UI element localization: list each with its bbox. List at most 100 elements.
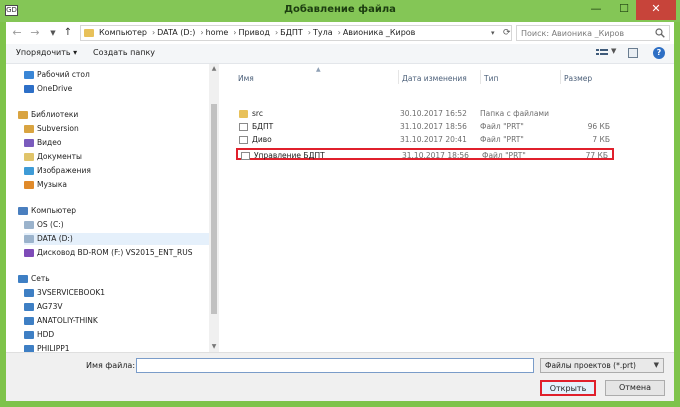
titlebar[interactable]: GD Добавление файла — ☐ ✕ <box>0 0 680 22</box>
nav-item[interactable]: Сеть <box>18 273 209 285</box>
library-icon <box>24 125 34 133</box>
refresh-icon[interactable]: ⟳ <box>503 26 513 40</box>
organize-button[interactable]: Упорядочить ▾ <box>16 48 77 57</box>
column-divider[interactable] <box>480 70 481 84</box>
breadcrumb-separator-icon[interactable]: › <box>233 28 236 37</box>
preview-pane-icon[interactable] <box>628 48 638 58</box>
back-button[interactable]: ← <box>10 25 24 41</box>
column-header-size[interactable]: Размер <box>564 74 592 83</box>
breadcrumb: Компьютер › DATA (D:) › home › Привод › БДПТ › Тул… <box>99 28 417 37</box>
column-header-date[interactable]: Дата изменения <box>402 74 467 83</box>
file-row[interactable]: Диво 31.10.2017 20:41 Файл "PRT" 7 КБ <box>236 134 614 146</box>
view-options-icon[interactable] <box>596 48 608 58</box>
nav-item[interactable]: Изображения <box>24 165 209 177</box>
minimize-button[interactable]: — <box>582 0 610 20</box>
nav-item[interactable]: HDD <box>24 329 209 341</box>
pictures-icon <box>24 167 34 175</box>
file-icon <box>239 123 248 131</box>
new-folder-button[interactable]: Создать папку <box>93 48 155 57</box>
nav-item-label: DATA (D:) <box>37 234 73 243</box>
nav-item[interactable]: 3VSERVICEBOOK1 <box>24 287 209 299</box>
breadcrumb-separator-icon[interactable]: › <box>275 28 278 37</box>
recent-locations-button[interactable]: ▼ <box>46 25 60 41</box>
file-name: Диво <box>252 135 272 144</box>
file-size: 96 КБ <box>587 122 610 131</box>
breadcrumb-item[interactable]: Компьютер <box>99 28 147 37</box>
forward-button[interactable]: → <box>28 25 42 41</box>
nav-item[interactable]: Дисковод BD-ROM (F:) VS2015_ENT_RUS <box>24 247 209 259</box>
file-date: 31.10.2017 20:41 <box>400 135 467 144</box>
cancel-button[interactable]: Отмена <box>605 380 665 396</box>
breadcrumb-item[interactable]: DATA (D:) <box>157 28 195 37</box>
desktop-icon <box>24 71 34 79</box>
nav-item-label: Документы <box>37 152 82 161</box>
column-divider[interactable] <box>560 70 561 84</box>
breadcrumb-item[interactable]: Тула <box>313 28 333 37</box>
help-icon[interactable]: ? <box>653 47 665 59</box>
breadcrumb-separator-icon[interactable]: › <box>308 28 311 37</box>
address-bar-row: ← → ▼ ↑ Компьютер › DATA (D:) › home › Привод ›… <box>6 22 674 44</box>
address-dropdown-button[interactable]: ▾ <box>491 26 501 40</box>
visual-studio-icon <box>24 249 34 257</box>
nav-item-label: Видео <box>37 138 62 147</box>
maximize-button[interactable]: ☐ <box>610 0 638 20</box>
column-divider[interactable] <box>398 70 399 84</box>
scrollbar-thumb[interactable] <box>211 104 217 314</box>
nav-item[interactable]: Subversion <box>24 123 209 135</box>
breadcrumb-item[interactable]: Авионика _Киров <box>343 28 416 37</box>
computer-icon <box>24 345 34 352</box>
file-row[interactable]: src 30.10.2017 16:52 Папка с файлами <box>236 108 614 120</box>
view-dropdown-icon[interactable]: ▼ <box>611 47 616 55</box>
filename-input[interactable] <box>136 358 534 373</box>
breadcrumb-item[interactable]: Привод <box>239 28 270 37</box>
nav-item-label: 3VSERVICEBOOK1 <box>37 288 106 297</box>
file-name: БДПТ <box>252 122 274 131</box>
nav-item[interactable]: Музыка <box>24 179 209 191</box>
nav-item[interactable]: OS (C:) <box>24 219 209 231</box>
breadcrumb-separator-icon[interactable]: › <box>152 28 155 37</box>
chevron-down-icon: ▼ <box>653 361 659 369</box>
filename-label: Имя файла: <box>86 361 136 370</box>
drive-icon <box>24 221 34 229</box>
scroll-up-arrow-icon[interactable]: ▲ <box>209 64 219 74</box>
nav-item[interactable]: Видео <box>24 137 209 149</box>
dialog-client-area: ← → ▼ ↑ Компьютер › DATA (D:) › home › Привод ›… <box>6 22 674 401</box>
search-input[interactable] <box>517 26 653 40</box>
nav-item[interactable]: Документы <box>24 151 209 163</box>
breadcrumb-item[interactable]: БДПТ <box>280 28 303 37</box>
breadcrumb-separator-icon[interactable]: › <box>338 28 341 37</box>
nav-item[interactable]: Компьютер <box>18 205 209 217</box>
up-button[interactable]: ↑ <box>61 25 75 41</box>
scroll-down-arrow-icon[interactable]: ▼ <box>209 342 219 352</box>
search-icon[interactable] <box>655 28 665 38</box>
file-row[interactable]: Управление БДПТ 31.10.2017 18:56 Файл "PRT… <box>236 148 614 160</box>
navigation-scrollbar[interactable]: ▲ ▼ <box>209 64 219 352</box>
column-header-type[interactable]: Тип <box>484 74 498 83</box>
file-row[interactable]: БДПТ 31.10.2017 18:56 Файл "PRT" 96 КБ <box>236 121 614 133</box>
filetype-select[interactable]: Файлы проектов (*.prt) ▼ <box>540 358 664 373</box>
file-icon <box>239 136 248 144</box>
search-box[interactable] <box>516 25 670 41</box>
nav-item[interactable]: Библиотеки <box>18 109 209 121</box>
nav-item[interactable]: PHILIPP1 <box>24 343 209 352</box>
nav-item-label: Subversion <box>37 124 79 133</box>
nav-item[interactable]: AG73V <box>24 301 209 313</box>
close-button[interactable]: ✕ <box>636 0 676 20</box>
open-button[interactable]: Открыть <box>540 380 596 396</box>
breadcrumb-separator-icon[interactable]: › <box>200 28 203 37</box>
onedrive-icon <box>24 85 34 93</box>
drive-icon <box>24 235 34 243</box>
breadcrumb-item[interactable]: home <box>206 28 229 37</box>
navigation-pane[interactable]: Рабочий стол OneDrive Библиотеки Subversion… <box>6 64 219 352</box>
nav-item[interactable]: ANATOLIY-THINK <box>24 315 209 327</box>
nav-item[interactable]: Рабочий стол <box>24 69 209 81</box>
nav-item-label: OneDrive <box>37 84 73 93</box>
file-list-pane[interactable]: ▲ Имя Дата изменения Тип Размер src 30.10… <box>226 64 674 352</box>
file-type: Папка с файлами <box>480 109 549 118</box>
nav-item[interactable]: DATA (D:) <box>24 233 209 245</box>
file-dialog-window: GD Добавление файла — ☐ ✕ ← → ▼ ↑ Компью… <box>0 0 680 407</box>
nav-item[interactable]: OneDrive <box>24 83 209 95</box>
address-box[interactable]: Компьютер › DATA (D:) › home › Привод › БДПТ › Тул… <box>80 25 512 41</box>
column-header-name[interactable]: Имя <box>238 74 254 83</box>
music-icon <box>24 181 34 189</box>
